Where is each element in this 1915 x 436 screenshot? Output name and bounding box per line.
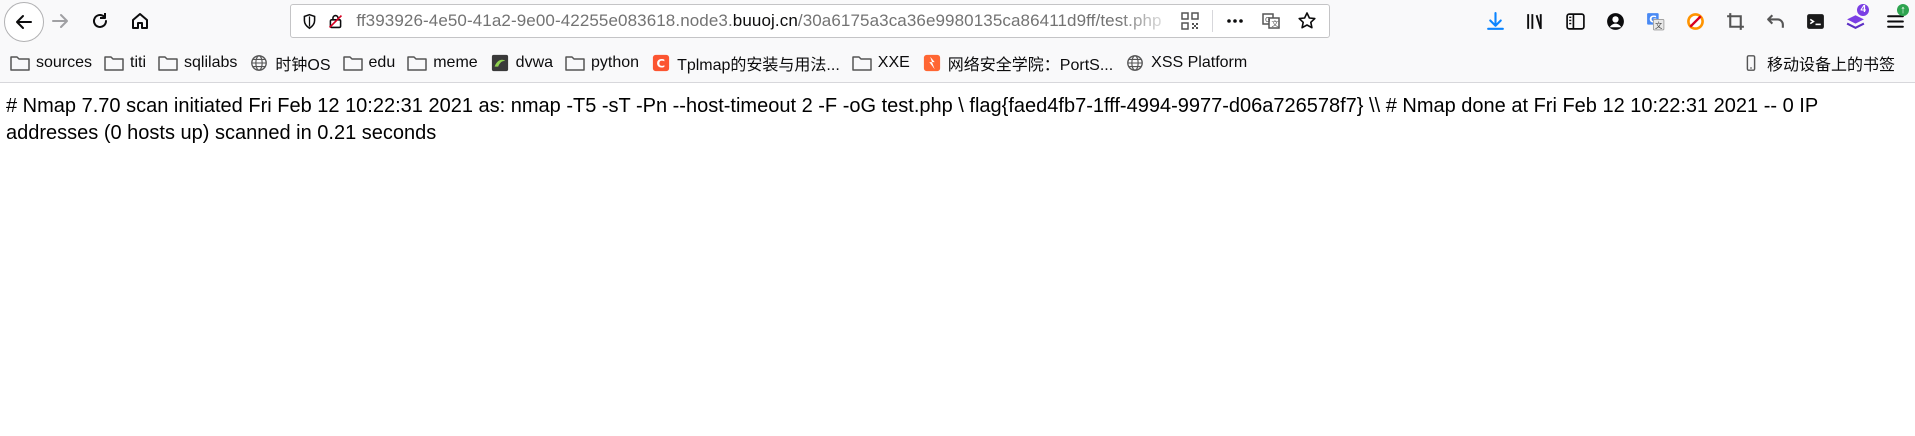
- extensions-stack-icon[interactable]: 4: [1835, 0, 1875, 43]
- bookmark-item[interactable]: sqlilabs: [156, 49, 243, 77]
- mobile-bookmarks-label: 移动设备上的书签: [1766, 57, 1895, 74]
- bookmark-item[interactable]: dvwa: [488, 49, 559, 77]
- tracking-protection-shield-icon[interactable]: [297, 8, 323, 34]
- svg-text:C: C: [657, 56, 666, 70]
- screenshot-crop-icon[interactable]: [1715, 0, 1755, 43]
- svg-text:文: 文: [1272, 19, 1279, 28]
- bookmark-item[interactable]: sources: [8, 49, 98, 77]
- home-button[interactable]: [124, 5, 156, 37]
- address-bar-actions: G文: [1176, 7, 1329, 35]
- bookmark-item[interactable]: 时钟OS: [247, 49, 336, 77]
- folder-icon: [158, 53, 178, 73]
- bookmark-label: titi: [130, 53, 147, 71]
- dvwa-icon: [490, 53, 510, 73]
- bookmark-label: python: [591, 53, 640, 71]
- terminal-extension-icon[interactable]: [1795, 0, 1835, 43]
- translate-icon[interactable]: G文: [1257, 7, 1285, 35]
- reload-button[interactable]: [84, 5, 116, 37]
- globe-icon: [1125, 53, 1145, 73]
- url-prefix: ff393926-4e50-41a2-9e00-42255e083618.nod…: [356, 11, 733, 30]
- bookmark-item[interactable]: titi: [102, 49, 152, 77]
- undo-close-tab-icon[interactable]: [1755, 0, 1795, 43]
- bookmark-label: sources: [36, 53, 93, 71]
- bookmark-item[interactable]: edu: [341, 49, 402, 77]
- qr-code-icon[interactable]: [1176, 7, 1204, 35]
- forward-arrow-icon: [52, 14, 68, 28]
- nmap-output-text: # Nmap 7.70 scan initiated Fri Feb 12 10…: [6, 95, 1818, 144]
- folder-icon: [10, 53, 30, 73]
- bookmark-label: XSS Platform: [1151, 53, 1248, 71]
- extension-count-badge: 4: [1857, 4, 1869, 16]
- insecure-connection-icon[interactable]: [323, 8, 349, 34]
- bookmark-item[interactable]: XSS Platform: [1123, 49, 1253, 77]
- toolbar-right-icons: G文 4 ↑: [1475, 0, 1915, 43]
- account-icon[interactable]: [1595, 0, 1635, 43]
- svg-text:G: G: [1265, 16, 1270, 24]
- page-content: # Nmap 7.70 scan initiated Fri Feb 12 10…: [0, 83, 1915, 147]
- bookmark-item[interactable]: meme: [405, 49, 483, 77]
- bookmark-label: sqlilabs: [184, 53, 238, 71]
- bookmark-item[interactable]: 网络安全学院：PortS...: [920, 49, 1119, 77]
- bookmarks-toolbar: sources titi sqlilabs 时钟OS edu meme dvwa python…: [0, 43, 1915, 83]
- back-arrow-icon: [16, 15, 32, 29]
- update-available-badge: ↑: [1897, 4, 1909, 16]
- downloads-icon[interactable]: [1475, 0, 1515, 43]
- sidebar-icon[interactable]: [1555, 0, 1595, 43]
- bookmark-label: XXE: [877, 53, 910, 71]
- home-icon: [132, 13, 148, 29]
- page-actions-menu-icon[interactable]: [1221, 7, 1249, 35]
- bookmark-label: edu: [368, 53, 396, 71]
- address-bar[interactable]: ff393926-4e50-41a2-9e00-42255e083618.nod…: [290, 4, 1330, 38]
- url-text[interactable]: ff393926-4e50-41a2-9e00-42255e083618.nod…: [356, 11, 1176, 31]
- bookmark-item[interactable]: C Tplmap的安装与用法...: [649, 49, 846, 77]
- url-path: /30a6175a3ca36e9980135ca86411d9ff/test.p…: [797, 11, 1162, 30]
- bookmark-item[interactable]: python: [563, 49, 645, 77]
- folder-icon: [104, 53, 124, 73]
- folder-icon: [852, 53, 872, 73]
- translate-extension-icon[interactable]: G文: [1635, 0, 1675, 43]
- bookmark-label: 网络安全学院：PortS...: [947, 56, 1114, 74]
- url-host: buuoj.cn: [732, 11, 798, 30]
- blocked-extension-icon[interactable]: [1675, 0, 1715, 43]
- portswigger-icon: [922, 53, 942, 73]
- mobile-bookmarks-folder[interactable]: 移动设备上的书签: [1739, 49, 1901, 77]
- bookmark-label: meme: [433, 53, 478, 71]
- bookmark-label: Tplmap的安装与用法...: [677, 56, 840, 74]
- navigation-toolbar: ff393926-4e50-41a2-9e00-42255e083618.nod…: [0, 0, 1915, 43]
- bookmark-label: 时钟OS: [275, 56, 331, 74]
- reload-icon: [93, 13, 107, 28]
- hamburger-menu-icon[interactable]: ↑: [1875, 0, 1915, 43]
- folder-icon: [342, 53, 363, 73]
- folder-icon: [407, 53, 427, 73]
- svg-text:文: 文: [1654, 21, 1662, 30]
- bookmark-star-icon[interactable]: [1293, 7, 1321, 35]
- globe-icon: [249, 53, 269, 73]
- c-logo-icon: C: [651, 53, 671, 73]
- library-icon[interactable]: [1515, 0, 1555, 43]
- folder-icon: [565, 53, 585, 73]
- separator: [1212, 10, 1213, 32]
- bookmark-item[interactable]: XXE: [850, 49, 916, 77]
- back-button[interactable]: [4, 2, 44, 42]
- mobile-device-icon: [1741, 53, 1761, 73]
- forward-button[interactable]: [44, 5, 76, 37]
- bookmark-label: dvwa: [515, 53, 554, 71]
